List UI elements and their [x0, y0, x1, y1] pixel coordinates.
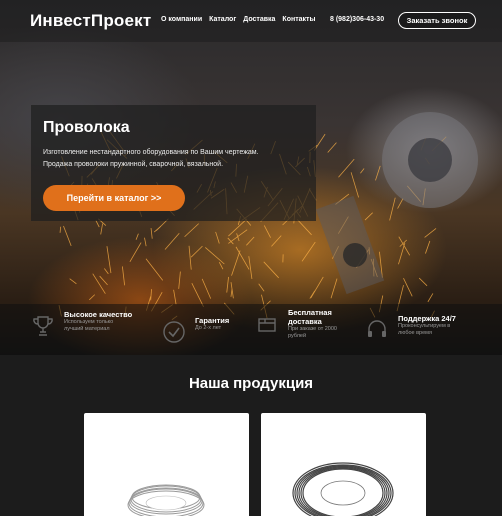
product-card-wire-dark[interactable] [261, 413, 426, 516]
nav-link-contacts[interactable]: Контакты [282, 16, 315, 23]
features-bar: Высокое качество Используем только лучши… [0, 304, 502, 355]
product-card-wire-light[interactable] [84, 413, 249, 516]
feature-support: Поддержка 24/7 Проконсультируем в любое … [364, 314, 456, 343]
request-call-button[interactable]: Заказать звонок [398, 12, 476, 29]
headset-icon [368, 320, 386, 337]
main-nav: О компании Каталог Доставка Контакты [161, 16, 315, 23]
hero-card: Проволока Изготовление нестандартного об… [31, 105, 316, 221]
feature-quality: Высокое качество Используем только лучши… [30, 310, 132, 339]
feature-delivery: Бесплатная доставка При заказе от 2000 р… [254, 308, 337, 340]
feature-subtitle: рублей [288, 333, 307, 339]
feature-subtitle: любое время [398, 330, 432, 336]
wire-coil-light-image [127, 484, 205, 516]
products-title: Наша продукция [188, 375, 314, 392]
hero-title: Проволока [43, 119, 130, 136]
go-to-catalog-button[interactable]: Перейти в каталог >> [43, 185, 185, 211]
nav-link-catalog[interactable]: Каталог [209, 16, 236, 23]
checkmark-icon [163, 321, 185, 343]
trophy-icon [33, 316, 53, 336]
feature-subtitle: При заказе от 2000 [288, 326, 337, 332]
site-header: ИнвестПроект О компании Каталог Доставка… [0, 0, 502, 42]
feature-title: Гарантия [195, 316, 230, 325]
feature-title: Бесплатная доставка [288, 308, 332, 326]
site-logo[interactable]: ИнвестПроект [30, 11, 151, 31]
feature-subtitle: До 2-х лет [195, 325, 222, 331]
feature-subtitle: Используем только [64, 319, 114, 325]
products-section: Наша продукция [0, 355, 502, 516]
hero-section: ИнвестПроект О компании Каталог Доставка… [0, 0, 502, 355]
feature-warranty: Гарантия До 2-х лет [161, 316, 229, 345]
delivery-box-icon [258, 318, 276, 332]
wire-coil-dark-image [292, 462, 394, 516]
feature-subtitle: Проконсультируем в [398, 323, 451, 329]
nav-link-delivery[interactable]: Доставка [243, 16, 275, 23]
hero-description-line-2: Продажа проволоки пружинной, сварочной, … [43, 161, 224, 168]
feature-subtitle: лучший материал [64, 326, 110, 332]
phone-number[interactable]: 8 (982)306-43-30 [330, 16, 384, 23]
feature-title: Поддержка 24/7 [398, 314, 456, 323]
feature-title: Высокое качество [64, 310, 133, 319]
nav-link-about[interactable]: О компании [161, 16, 202, 23]
hero-description-line-1: Изготовление нестандартного оборудования… [43, 149, 259, 156]
